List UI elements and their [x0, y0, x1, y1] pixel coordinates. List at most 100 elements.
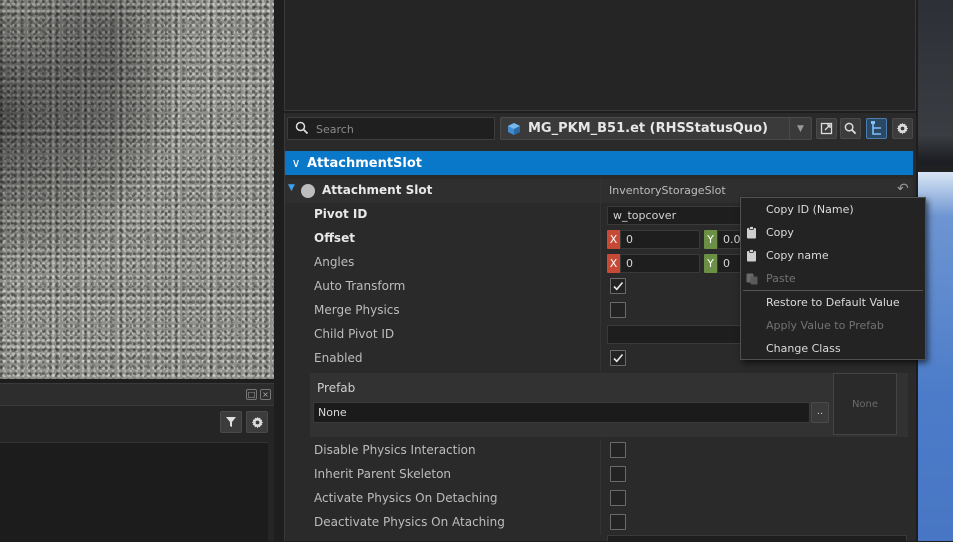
reset-icon[interactable]: ↶: [897, 181, 909, 197]
preview-area: [284, 0, 916, 111]
gear-icon: [251, 416, 263, 428]
class-circle-icon: [301, 184, 315, 198]
menu-item-label: Change Class: [766, 342, 841, 355]
menu-item-label: Copy: [766, 226, 794, 239]
hierarchy-button[interactable]: [866, 118, 887, 139]
menu-item-label: Copy name: [766, 249, 829, 262]
section-title: AttachmentSlot: [307, 155, 423, 171]
deactivate-physics-on-ataching-label: Deactivate Physics On Ataching: [314, 515, 505, 529]
merge-physics-label: Merge Physics: [314, 303, 400, 317]
angles-x-axis: X: [607, 254, 620, 273]
chevron-down-icon[interactable]: ∨: [285, 156, 307, 170]
pivot-id-field[interactable]: w_topcover: [607, 206, 747, 225]
menu-item-apply-to-prefab[interactable]: Apply Value to Prefab: [741, 315, 925, 337]
magnify-icon: [844, 122, 857, 135]
left-lower-panel: □ ×: [0, 383, 274, 542]
prefab-label: Prefab: [317, 381, 356, 395]
menu-item-copy[interactable]: Copy: [741, 222, 925, 244]
settings-button[interactable]: [246, 411, 268, 433]
column-divider: [600, 347, 601, 371]
menu-separator: [743, 290, 923, 291]
column-divider: [600, 275, 601, 299]
column-divider: [600, 179, 601, 203]
child-pivot-id-field[interactable]: [607, 325, 747, 344]
left-panel-toolbar: [220, 411, 268, 433]
menu-item-paste[interactable]: Paste: [741, 268, 925, 290]
checkmark-icon: [613, 281, 624, 291]
deactivate-physics-on-ataching-checkbox[interactable]: [610, 514, 626, 530]
menu-item-copy-name[interactable]: Copy name: [741, 245, 925, 267]
left-panel-titlebar: □ ×: [0, 384, 274, 406]
angles-y-axis: Y: [704, 254, 717, 273]
column-divider: [600, 463, 601, 487]
settings-button[interactable]: [892, 118, 913, 139]
clipboard-icon: [747, 249, 756, 262]
merge-physics-checkbox[interactable]: [610, 302, 626, 318]
left-panel-list[interactable]: [0, 442, 268, 542]
attachment-slot-class[interactable]: InventoryStorageSlot: [609, 184, 726, 197]
expand-triangle-icon[interactable]: ▼: [288, 183, 295, 193]
enabled-checkbox[interactable]: [610, 350, 626, 366]
viewport-shadow: [0, 0, 274, 379]
child-pivot-id-label: Child Pivot ID: [314, 327, 395, 341]
menu-item-label: Apply Value to Prefab: [766, 319, 884, 332]
activate-physics-on-detaching-checkbox[interactable]: [610, 490, 626, 506]
pivot-id-label: Pivot ID: [314, 207, 368, 221]
filter-icon: [226, 417, 236, 427]
column-divider: [600, 487, 601, 511]
offset-x-axis: X: [607, 230, 620, 249]
column-divider: [600, 323, 601, 347]
offset-y-axis: Y: [704, 230, 717, 249]
inherit-parent-skeleton-checkbox[interactable]: [610, 466, 626, 482]
inspector-toolbar: MG_PKM_B51.et (RHSStatusQuo) ▼: [285, 113, 917, 145]
menu-item-label: Paste: [766, 272, 796, 285]
offset-label: Offset: [314, 231, 355, 245]
prefab-field[interactable]: None: [313, 402, 810, 423]
column-divider: [600, 203, 601, 227]
open-external-icon: [820, 122, 833, 135]
section-header-attachment-slot[interactable]: ∨ AttachmentSlot: [285, 151, 913, 175]
enabled-label: Enabled: [314, 351, 363, 365]
hierarchy-icon: [871, 121, 881, 135]
search-icon: [295, 121, 309, 135]
open-external-button[interactable]: [816, 118, 837, 139]
chevron-down-icon[interactable]: ▼: [789, 118, 811, 139]
auto-transform-checkbox[interactable]: [610, 278, 626, 294]
inherit-parent-skeleton-row: Inherit Parent Skeleton: [285, 463, 913, 487]
activate-physics-on-detaching-row: Activate Physics On Detaching: [285, 487, 913, 511]
search-box[interactable]: [287, 117, 495, 140]
menu-item-label: Copy ID (Name): [766, 203, 854, 216]
disable-physics-interaction-checkbox[interactable]: [610, 442, 626, 458]
gear-icon: [896, 122, 909, 135]
magnify-button[interactable]: [840, 118, 861, 139]
prefab-preview[interactable]: None: [833, 373, 897, 435]
angles-x-field[interactable]: 0: [620, 254, 700, 273]
menu-item-copy-id-name[interactable]: Copy ID (Name): [741, 199, 925, 221]
deactivate-physics-on-ataching-row: Deactivate Physics On Ataching: [285, 511, 913, 535]
inherit-parent-skeleton-label: Inherit Parent Skeleton: [314, 467, 452, 481]
undock-icon[interactable]: □: [246, 389, 257, 400]
auto-transform-label: Auto Transform: [314, 279, 406, 293]
menu-item-restore-default[interactable]: Restore to Default Value: [741, 292, 925, 314]
column-divider: [600, 227, 601, 251]
prefab-browse-button[interactable]: ..: [811, 402, 829, 423]
entity-name: MG_PKM_B51.et (RHSStatusQuo): [528, 121, 768, 136]
menu-item-change-class[interactable]: Change Class: [741, 338, 925, 360]
context-menu: Copy ID (Name) Copy Copy name Paste Rest…: [740, 197, 926, 360]
clipboard-icon: [747, 226, 756, 239]
angles-label: Angles: [314, 255, 355, 269]
activate-physics-on-detaching-label: Activate Physics On Detaching: [314, 491, 498, 505]
attachment-slot-label: Attachment Slot: [322, 183, 433, 197]
column-divider: [600, 511, 601, 535]
column-divider: [600, 299, 601, 323]
cube-icon: [508, 123, 520, 135]
search-input[interactable]: [316, 121, 486, 137]
checkmark-icon: [613, 353, 624, 363]
entity-selector[interactable]: MG_PKM_B51.et (RHSStatusQuo) ▼: [500, 117, 812, 140]
prefab-panel: Prefab None .. None: [310, 373, 908, 437]
column-divider: [600, 439, 601, 463]
filter-button[interactable]: [220, 411, 242, 433]
close-icon[interactable]: ×: [260, 389, 271, 400]
disable-physics-interaction-label: Disable Physics Interaction: [314, 443, 476, 457]
offset-x-field[interactable]: 0: [620, 230, 700, 249]
